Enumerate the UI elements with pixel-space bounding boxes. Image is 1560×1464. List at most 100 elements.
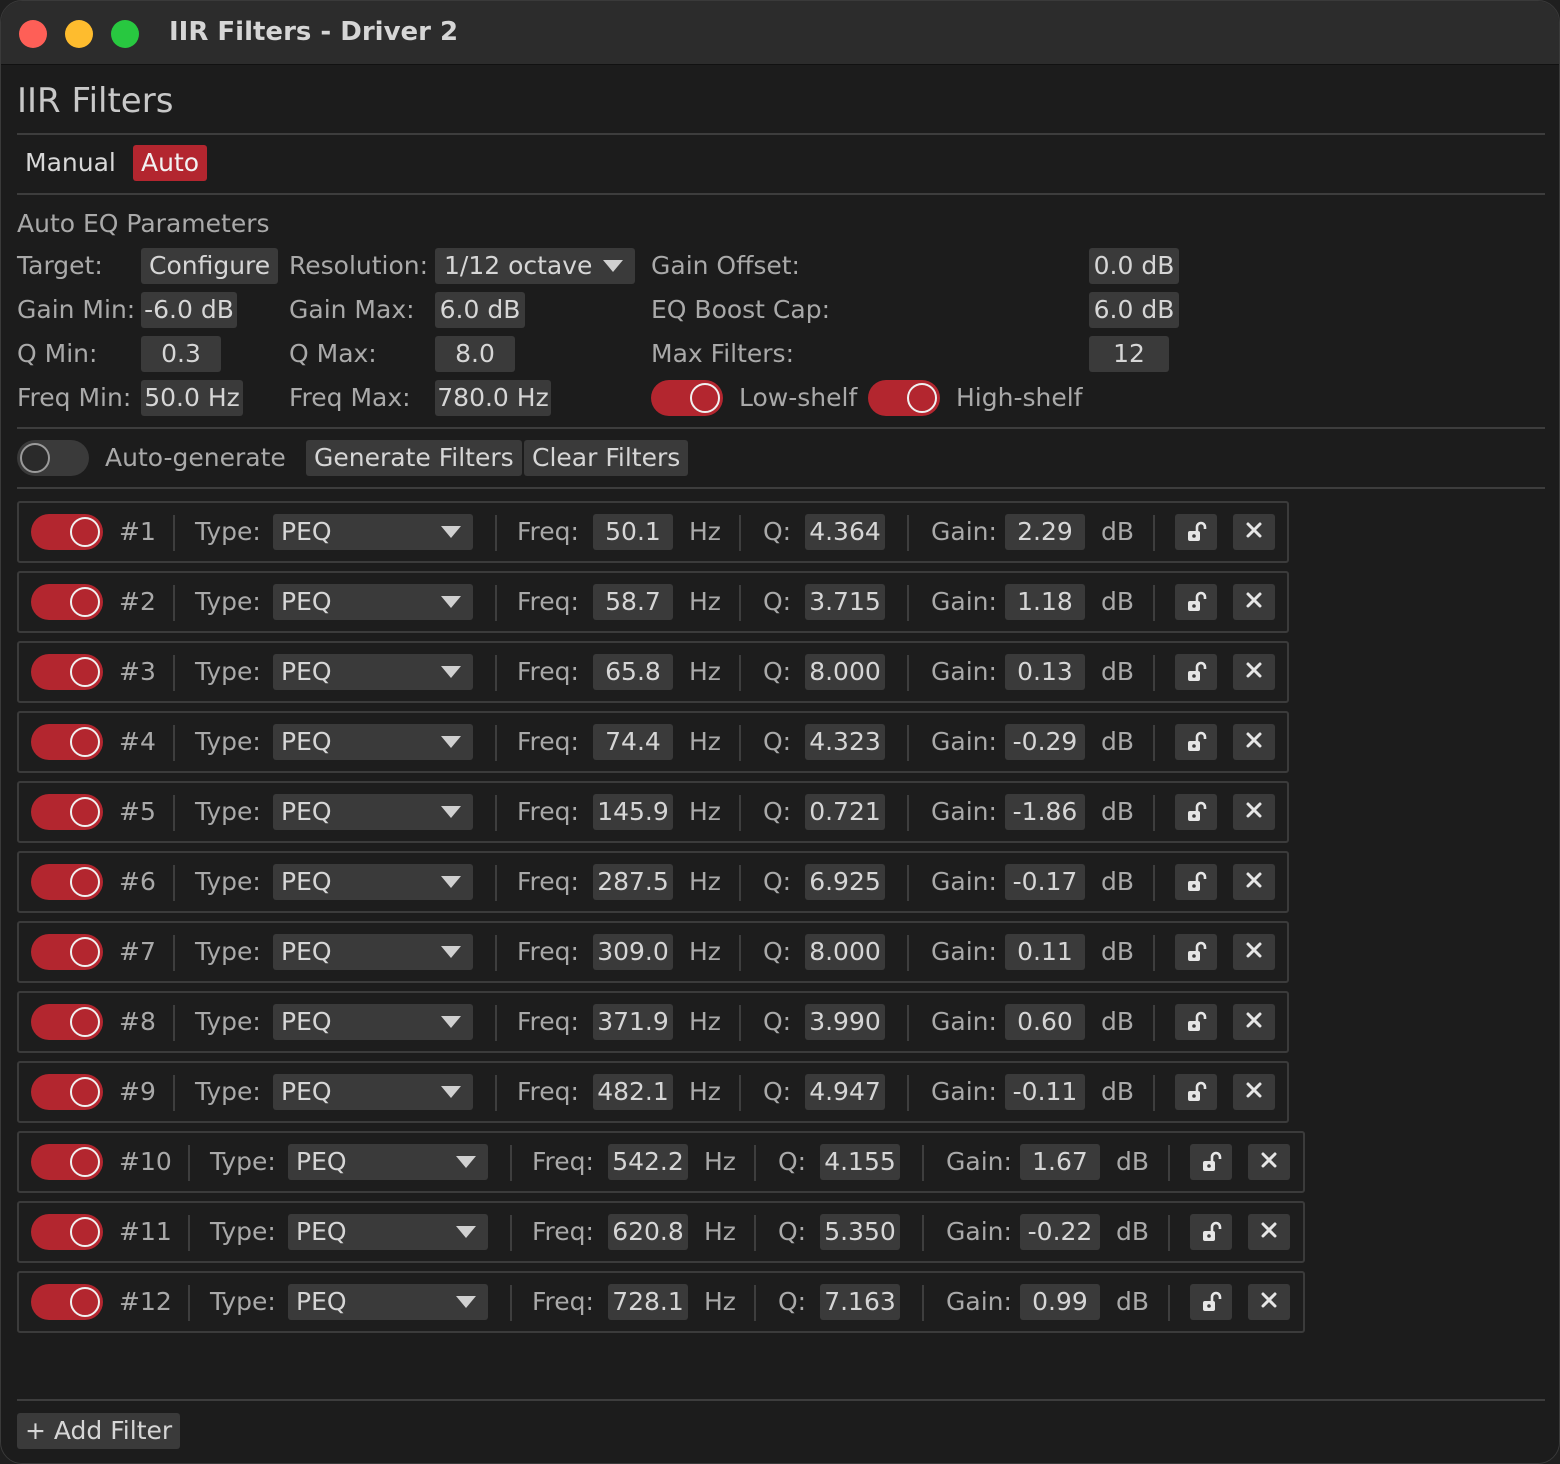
filter-freq-field[interactable]: 50.1	[593, 514, 673, 550]
unlock-icon[interactable]	[1175, 794, 1217, 830]
gain-max-field[interactable]: 6.0 dB	[435, 292, 525, 328]
filter-type-select[interactable]: PEQ	[273, 584, 473, 620]
filter-freq-field[interactable]: 309.0	[593, 934, 673, 970]
unlock-icon[interactable]	[1175, 724, 1217, 760]
high-shelf-toggle[interactable]	[868, 380, 940, 416]
unlock-icon[interactable]	[1175, 1004, 1217, 1040]
unlock-icon[interactable]	[1175, 584, 1217, 620]
close-icon[interactable]	[1233, 514, 1275, 550]
filter-enable-toggle[interactable]	[31, 724, 103, 760]
minimize-window-button[interactable]	[65, 20, 93, 48]
filter-enable-toggle[interactable]	[31, 1144, 103, 1180]
gain-min-field[interactable]: -6.0 dB	[141, 292, 237, 328]
unlock-icon[interactable]	[1175, 514, 1217, 550]
filter-q-field[interactable]: 0.721	[805, 794, 885, 830]
close-icon[interactable]	[1233, 934, 1275, 970]
filter-q-field[interactable]: 4.155	[820, 1144, 900, 1180]
unlock-icon[interactable]	[1175, 934, 1217, 970]
close-icon[interactable]	[1233, 1074, 1275, 1110]
filter-enable-toggle[interactable]	[31, 654, 103, 690]
q-max-field[interactable]: 8.0	[435, 336, 515, 372]
filter-type-select[interactable]: PEQ	[273, 794, 473, 830]
filter-enable-toggle[interactable]	[31, 1074, 103, 1110]
filter-gain-field[interactable]: 0.60	[1005, 1004, 1085, 1040]
filter-gain-field[interactable]: -0.11	[1005, 1074, 1085, 1110]
close-icon[interactable]	[1233, 864, 1275, 900]
filter-gain-field[interactable]: -0.17	[1005, 864, 1085, 900]
filter-freq-field[interactable]: 74.4	[593, 724, 673, 760]
close-window-button[interactable]	[19, 20, 47, 48]
filter-q-field[interactable]: 3.715	[805, 584, 885, 620]
unlock-icon[interactable]	[1190, 1284, 1232, 1320]
max-filters-field[interactable]: 12	[1089, 336, 1169, 372]
filter-enable-toggle[interactable]	[31, 514, 103, 550]
filter-enable-toggle[interactable]	[31, 864, 103, 900]
filter-q-field[interactable]: 6.925	[805, 864, 885, 900]
filter-gain-field[interactable]: 1.18	[1005, 584, 1085, 620]
unlock-icon[interactable]	[1190, 1144, 1232, 1180]
auto-generate-toggle[interactable]	[17, 440, 89, 476]
filter-q-field[interactable]: 4.323	[805, 724, 885, 760]
filter-q-field[interactable]: 3.990	[805, 1004, 885, 1040]
filter-q-field[interactable]: 5.350	[820, 1214, 900, 1250]
filter-gain-field[interactable]: -0.22	[1020, 1214, 1100, 1250]
resolution-select[interactable]: 1/12 octave	[435, 248, 635, 284]
filter-q-field[interactable]: 8.000	[805, 654, 885, 690]
eq-boost-cap-field[interactable]: 6.0 dB	[1089, 292, 1179, 328]
unlock-icon[interactable]	[1175, 1074, 1217, 1110]
filter-enable-toggle[interactable]	[31, 794, 103, 830]
filter-freq-field[interactable]: 620.8	[608, 1214, 688, 1250]
filter-freq-field[interactable]: 542.2	[608, 1144, 688, 1180]
unlock-icon[interactable]	[1175, 864, 1217, 900]
generate-filters-button[interactable]: Generate Filters	[306, 440, 522, 476]
filter-enable-toggle[interactable]	[31, 1004, 103, 1040]
filter-enable-toggle[interactable]	[31, 1284, 103, 1320]
configure-target-button[interactable]: Configure	[141, 248, 279, 284]
filter-enable-toggle[interactable]	[31, 1214, 103, 1250]
tab-auto[interactable]: Auto	[133, 145, 208, 181]
close-icon[interactable]	[1248, 1144, 1290, 1180]
close-icon[interactable]	[1233, 794, 1275, 830]
filter-freq-field[interactable]: 65.8	[593, 654, 673, 690]
filter-gain-field[interactable]: 1.67	[1020, 1144, 1100, 1180]
filter-gain-field[interactable]: 0.99	[1020, 1284, 1100, 1320]
filter-freq-field[interactable]: 58.7	[593, 584, 673, 620]
filter-type-select[interactable]: PEQ	[273, 1074, 473, 1110]
close-icon[interactable]	[1248, 1284, 1290, 1320]
filter-q-field[interactable]: 7.163	[820, 1284, 900, 1320]
filter-q-field[interactable]: 8.000	[805, 934, 885, 970]
unlock-icon[interactable]	[1190, 1214, 1232, 1250]
filter-type-select[interactable]: PEQ	[273, 724, 473, 760]
close-icon[interactable]	[1233, 584, 1275, 620]
gain-offset-field[interactable]: 0.0 dB	[1089, 248, 1179, 284]
freq-min-field[interactable]: 50.0 Hz	[141, 380, 243, 416]
filter-type-select[interactable]: PEQ	[288, 1144, 488, 1180]
freq-max-field[interactable]: 780.0 Hz	[435, 380, 551, 416]
filter-gain-field[interactable]: -1.86	[1005, 794, 1085, 830]
add-filter-button[interactable]: + Add Filter	[17, 1413, 181, 1449]
filter-freq-field[interactable]: 145.9	[593, 794, 673, 830]
filter-freq-field[interactable]: 287.5	[593, 864, 673, 900]
filter-gain-field[interactable]: 2.29	[1005, 514, 1085, 550]
filter-freq-field[interactable]: 728.1	[608, 1284, 688, 1320]
filter-freq-field[interactable]: 371.9	[593, 1004, 673, 1040]
zoom-window-button[interactable]	[111, 20, 139, 48]
filter-enable-toggle[interactable]	[31, 934, 103, 970]
filter-gain-field[interactable]: 0.13	[1005, 654, 1085, 690]
tab-manual[interactable]: Manual	[17, 145, 124, 181]
filter-type-select[interactable]: PEQ	[288, 1284, 488, 1320]
filter-gain-field[interactable]: 0.11	[1005, 934, 1085, 970]
filter-type-select[interactable]: PEQ	[273, 654, 473, 690]
filter-type-select[interactable]: PEQ	[273, 934, 473, 970]
unlock-icon[interactable]	[1175, 654, 1217, 690]
close-icon[interactable]	[1233, 1004, 1275, 1040]
low-shelf-toggle[interactable]	[651, 380, 723, 416]
filter-type-select[interactable]: PEQ	[273, 864, 473, 900]
filter-gain-field[interactable]: -0.29	[1005, 724, 1085, 760]
close-icon[interactable]	[1248, 1214, 1290, 1250]
clear-filters-button[interactable]: Clear Filters	[524, 440, 689, 476]
filter-type-select[interactable]: PEQ	[273, 1004, 473, 1040]
close-icon[interactable]	[1233, 654, 1275, 690]
filter-q-field[interactable]: 4.947	[805, 1074, 885, 1110]
filter-freq-field[interactable]: 482.1	[593, 1074, 673, 1110]
